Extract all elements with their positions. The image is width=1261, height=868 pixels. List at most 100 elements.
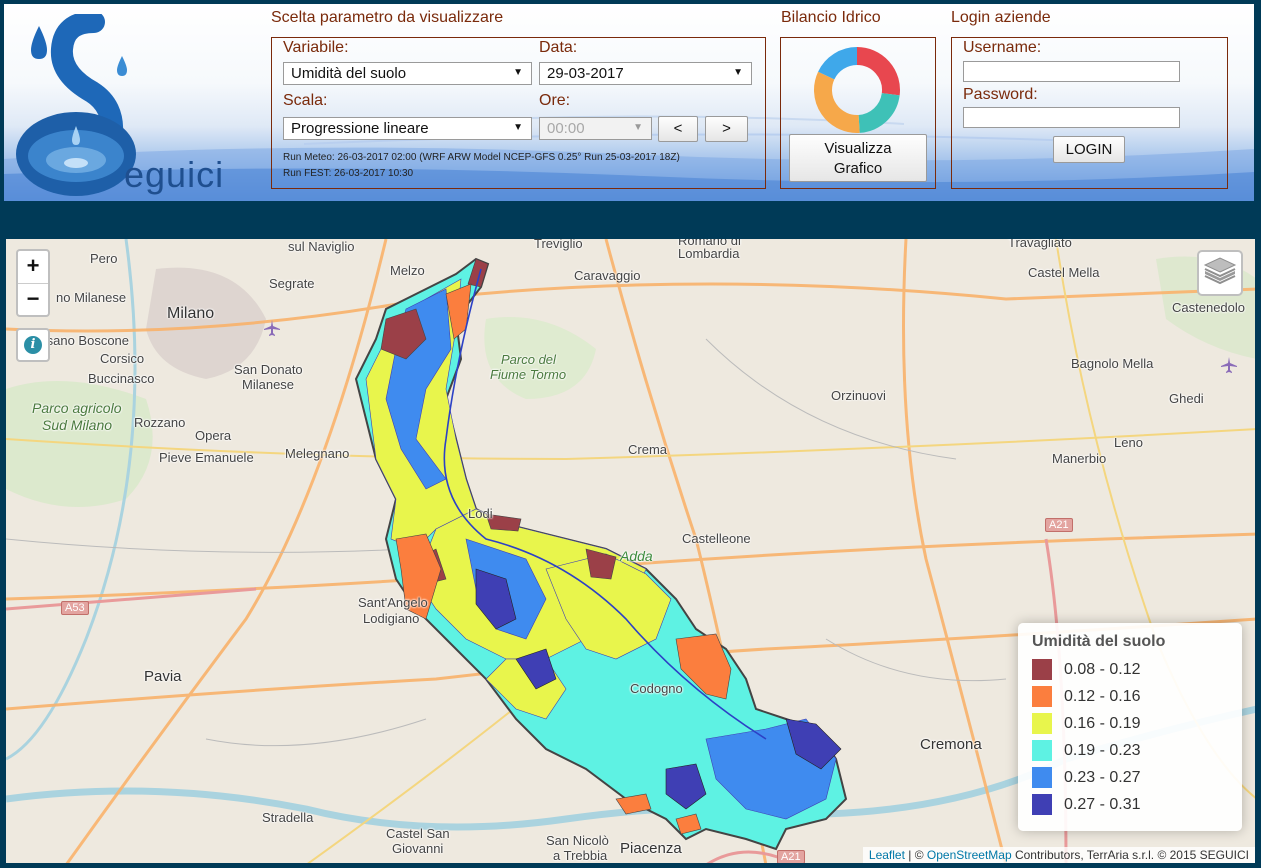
legend-swatch — [1032, 659, 1052, 680]
place-label: Codogno — [630, 681, 683, 696]
place-label: Manerbio — [1052, 451, 1107, 466]
variable-value: Umidità del suolo — [291, 65, 407, 82]
attribution-separator: | © — [904, 848, 927, 862]
layers-icon — [1203, 257, 1237, 285]
place-label: Sud Milano — [42, 417, 113, 433]
params-title: Scelta parametro da visualizzare — [271, 9, 504, 26]
place-label: Giovanni — [392, 841, 444, 856]
highway-shield: A21 — [1045, 518, 1073, 532]
chevron-down-icon: ▼ — [733, 67, 743, 78]
logo-text: eguici — [124, 154, 225, 195]
password-label: Password: — [963, 86, 1038, 103]
place-label: Lombardia — [678, 246, 740, 261]
place-label: Pero — [90, 251, 118, 266]
info-icon: i — [24, 336, 42, 354]
zoom-in-button[interactable]: + — [18, 251, 48, 283]
place-label: sul Naviglio — [288, 239, 355, 254]
place-label: Piacenza — [620, 840, 682, 857]
legend: Umidità del suolo 0.08 - 0.12 0.12 - 0.16… — [1018, 623, 1242, 831]
username-label: Username: — [963, 39, 1042, 56]
place-label: Melzo — [390, 263, 425, 278]
username-input[interactable] — [963, 61, 1180, 82]
scale-value: Progressione lineare — [291, 120, 429, 137]
login-button[interactable]: LOGIN — [1053, 136, 1125, 163]
attribution: Leaflet | © OpenStreetMap Contributors, … — [862, 847, 1255, 863]
place-label: Sant'Angelo — [358, 595, 428, 610]
place-label: Lodi — [468, 506, 493, 521]
place-label: Caravaggio — [574, 268, 641, 283]
login-title: Login aziende — [951, 9, 1051, 26]
place-label: Parco del — [501, 352, 556, 367]
legend-label: 0.23 - 0.27 — [1064, 769, 1141, 786]
info-button[interactable]: i — [16, 328, 50, 362]
run-meteo-info: Run Meteo: 26-03-2017 02:00 (WRF ARW Mod… — [283, 152, 680, 163]
place-label: Ghedi — [1169, 391, 1204, 406]
place-label: Cremona — [920, 736, 982, 753]
place-label: Parco agricolo — [32, 400, 122, 416]
show-chart-line2: Grafico — [833, 160, 883, 177]
place-label: Castelleone — [682, 531, 751, 546]
donut-segment — [814, 71, 860, 133]
date-select[interactable]: 29-03-2017 ▼ — [539, 62, 752, 85]
place-label: Milanese — [242, 377, 295, 392]
place-label: Rozzano — [134, 415, 186, 430]
place-label: Pieve Emanuele — [159, 450, 254, 465]
place-label: Treviglio — [534, 238, 583, 251]
place-label: Adda — [620, 548, 653, 564]
map[interactable]: sul Naviglio Treviglio Romano di Lombard… — [5, 238, 1256, 864]
place-label: San Nicolò — [546, 833, 609, 848]
show-chart-line1: Visualizza — [824, 140, 892, 157]
place-label: Stradella — [262, 810, 314, 825]
hours-value: 00:00 — [547, 120, 585, 137]
legend-swatch — [1032, 767, 1052, 788]
legend-label: 0.12 - 0.16 — [1064, 688, 1141, 705]
donut-segment — [857, 92, 900, 133]
next-hour-button[interactable]: > — [705, 116, 748, 142]
highway-shield: A21 — [777, 850, 805, 863]
place-label: Castel San — [386, 826, 450, 841]
legend-label: 0.08 - 0.12 — [1064, 661, 1141, 678]
legend-label: 0.16 - 0.19 — [1064, 715, 1141, 732]
layers-button[interactable] — [1197, 250, 1243, 296]
place-label: Buccinasco — [88, 371, 155, 386]
place-label: a Trebbia — [553, 848, 608, 863]
scale-select[interactable]: Progressione lineare ▼ — [283, 117, 532, 140]
zoom-control: + − — [16, 249, 50, 317]
leaflet-link[interactable]: Leaflet — [869, 848, 905, 862]
donut-segment — [856, 47, 900, 96]
attribution-text: Contributors, TerrAria s.r.l. © 2015 SEG… — [1011, 848, 1249, 862]
legend-label: 0.19 - 0.23 — [1064, 742, 1141, 759]
chevron-down-icon: ▼ — [633, 122, 643, 133]
legend-swatch — [1032, 740, 1052, 761]
scale-label: Scala: — [283, 92, 328, 109]
hours-select[interactable]: 00:00 ▼ — [539, 117, 652, 140]
hours-label: Ore: — [539, 92, 571, 109]
place-label: Corsico — [100, 351, 145, 366]
place-label: Lodigiano — [363, 611, 420, 626]
place-label: Opera — [195, 428, 232, 443]
place-label: Pavia — [144, 668, 182, 685]
password-input[interactable] — [963, 107, 1180, 128]
prev-hour-button[interactable]: < — [658, 116, 698, 142]
place-label: no Milanese — [56, 290, 127, 305]
airport-icon — [264, 320, 280, 336]
show-chart-button[interactable]: Visualizza Grafico — [789, 134, 927, 182]
zoom-out-button[interactable]: − — [18, 283, 48, 315]
donut-chart-icon[interactable] — [812, 45, 902, 135]
date-label: Data: — [539, 39, 578, 56]
osm-link[interactable]: OpenStreetMap — [927, 848, 1012, 862]
place-label: Crema — [628, 442, 668, 457]
place-label: Bagnolo Mella — [1071, 356, 1154, 371]
bilancio-title: Bilancio Idrico — [781, 9, 881, 26]
legend-title: Umidità del suolo — [1032, 633, 1166, 650]
place-label: Travagliato — [1008, 238, 1072, 250]
place-label: Leno — [1114, 435, 1143, 450]
variable-select[interactable]: Umidità del suolo ▼ — [283, 62, 532, 85]
legend-swatch — [1032, 686, 1052, 707]
place-label: Fiume Tormo — [490, 367, 567, 382]
place-label: Segrate — [269, 276, 315, 291]
chevron-down-icon: ▼ — [513, 67, 523, 78]
date-value: 29-03-2017 — [547, 65, 624, 82]
place-label: San Donato — [234, 362, 303, 377]
legend-label: 0.27 - 0.31 — [1064, 796, 1141, 813]
